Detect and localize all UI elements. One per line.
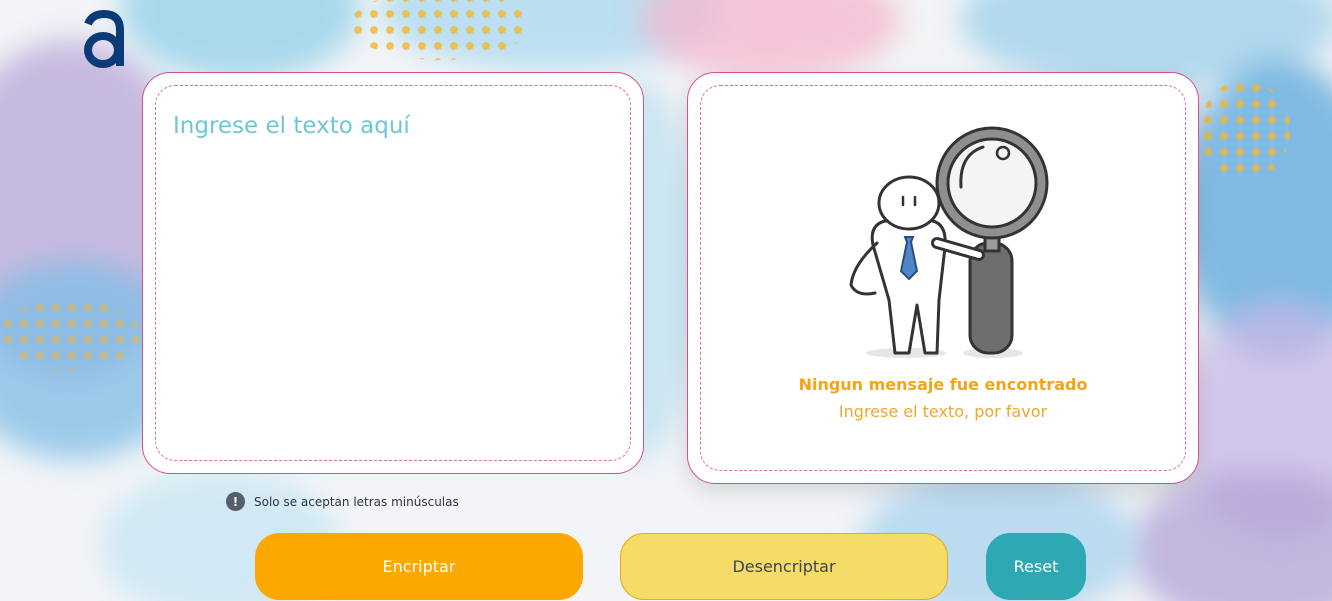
lowercase-hint: ! Solo se aceptan letras minúsculas <box>226 492 459 511</box>
text-input[interactable] <box>173 113 613 453</box>
hint-text: Solo se aceptan letras minúsculas <box>254 494 459 509</box>
input-panel <box>142 72 644 474</box>
alura-logo <box>84 10 124 68</box>
decrypt-button[interactable]: Desencriptar <box>620 533 948 600</box>
output-panel: Ningun mensaje fue encontrado Ingrese el… <box>687 72 1199 484</box>
reset-button[interactable]: Reset <box>986 533 1086 600</box>
encrypt-button[interactable]: Encriptar <box>255 533 583 600</box>
output-title: Ningun mensaje fue encontrado <box>798 375 1088 394</box>
person-with-magnifier-illustration <box>849 126 1049 358</box>
output-subtitle: Ingrese el texto, por favor <box>838 402 1048 421</box>
exclamation-circle-icon: ! <box>226 492 245 511</box>
